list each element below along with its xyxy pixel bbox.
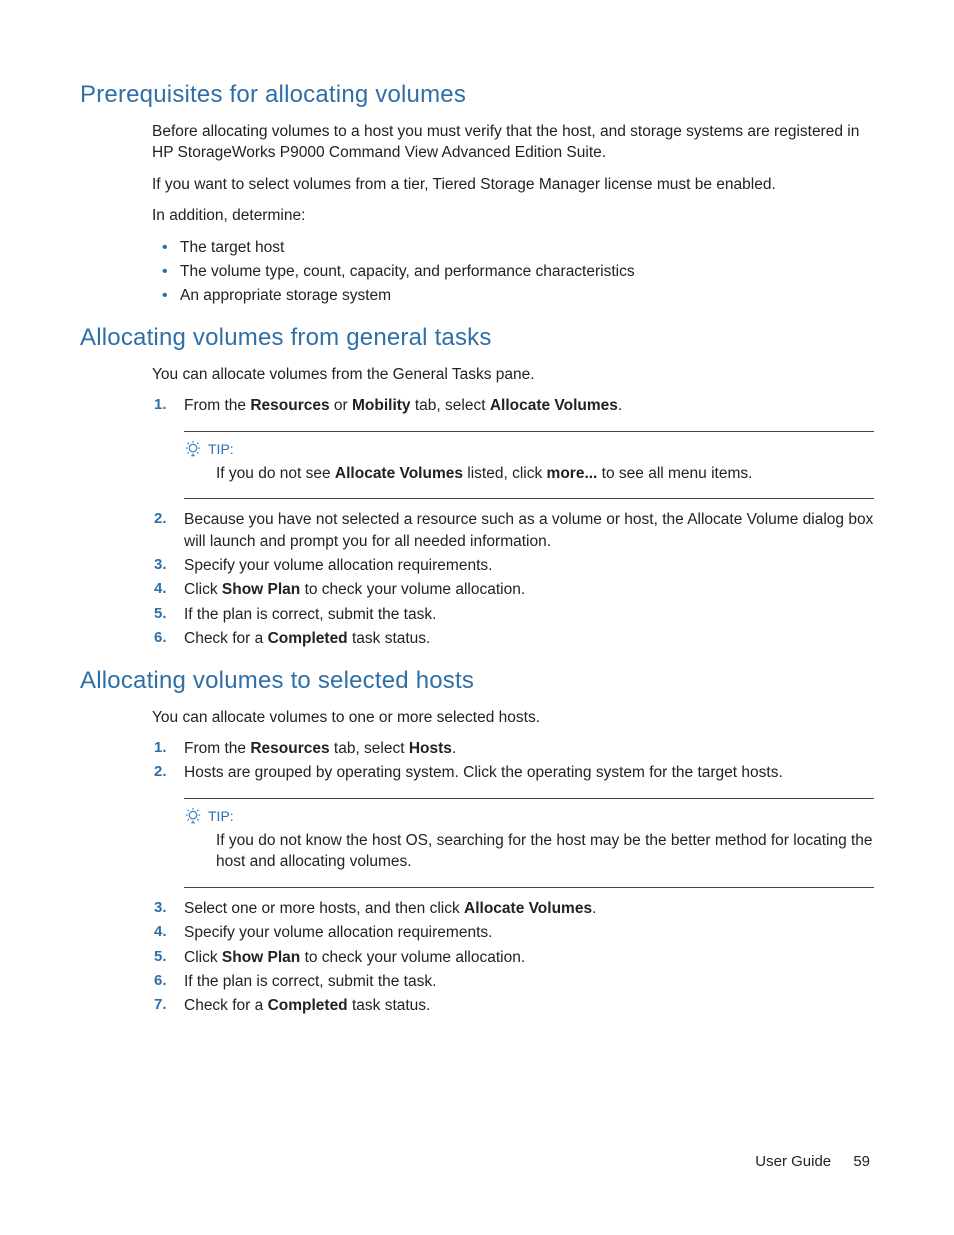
text: Check for a	[184, 997, 268, 1014]
text: .	[618, 397, 622, 414]
ordered-steps: From the Resources or Mobility tab, sele…	[152, 395, 874, 649]
ordered-steps: From the Resources tab, select Hosts. Ho…	[152, 738, 874, 1017]
section-general-tasks-body: You can allocate volumes from the Genera…	[152, 364, 874, 650]
heading-prerequisites: Prerequisites for allocating volumes	[80, 78, 874, 111]
step-item: Select one or more hosts, and then click…	[152, 898, 874, 919]
tip-text: If you do not see Allocate Volumes liste…	[184, 463, 874, 484]
lightbulb-icon	[184, 807, 202, 825]
text: .	[592, 900, 596, 917]
text: to see all menu items.	[597, 465, 752, 482]
tip-header: TIP:	[184, 440, 874, 459]
paragraph: In addition, determine:	[152, 205, 874, 226]
page-number: 59	[853, 1153, 870, 1170]
step-item: Hosts are grouped by operating system. C…	[152, 762, 874, 887]
text-bold: Completed	[268, 997, 348, 1014]
text: listed, click	[463, 465, 547, 482]
text: task status.	[348, 997, 431, 1014]
text: tab, select	[330, 740, 409, 757]
list-item: The volume type, count, capacity, and pe…	[152, 261, 874, 282]
tip-box: TIP: If you do not know the host OS, sea…	[184, 798, 874, 888]
text: From the	[184, 397, 250, 414]
paragraph: You can allocate volumes from the Genera…	[152, 364, 874, 385]
list-item: An appropriate storage system	[152, 285, 874, 306]
tip-label: TIP:	[208, 440, 234, 459]
page-footer: User Guide 59	[755, 1152, 870, 1173]
text: Click	[184, 581, 222, 598]
heading-selected-hosts: Allocating volumes to selected hosts	[80, 664, 874, 697]
section-prerequisites-body: Before allocating volumes to a host you …	[152, 121, 874, 307]
step-item: If the plan is correct, submit the task.	[152, 604, 874, 625]
text-bold: Allocate Volumes	[464, 900, 592, 917]
text: If you do not see	[216, 465, 335, 482]
text-bold: Resources	[250, 740, 329, 757]
text-bold: Allocate Volumes	[335, 465, 463, 482]
tip-box: TIP: If you do not see Allocate Volumes …	[184, 431, 874, 500]
step-item: From the Resources or Mobility tab, sele…	[152, 395, 874, 499]
step-item: Specify your volume allocation requireme…	[152, 555, 874, 576]
text: .	[452, 740, 456, 757]
tip-text: If you do not know the host OS, searchin…	[184, 830, 874, 873]
text-bold: Mobility	[352, 397, 411, 414]
step-item: From the Resources tab, select Hosts.	[152, 738, 874, 759]
text: Select one or more hosts, and then click	[184, 900, 464, 917]
text-bold: Hosts	[409, 740, 452, 757]
step-item: Specify your volume allocation requireme…	[152, 922, 874, 943]
text: task status.	[348, 630, 431, 647]
text-bold: more...	[547, 465, 598, 482]
footer-label: User Guide	[755, 1153, 831, 1170]
step-item: If the plan is correct, submit the task.	[152, 971, 874, 992]
text-bold: Show Plan	[222, 949, 300, 966]
text-bold: Show Plan	[222, 581, 300, 598]
text-bold: Resources	[250, 397, 329, 414]
text-bold: Allocate Volumes	[490, 397, 618, 414]
text: From the	[184, 740, 250, 757]
text: or	[330, 397, 352, 414]
list-item: The target host	[152, 237, 874, 258]
text-bold: Completed	[268, 630, 348, 647]
tip-label: TIP:	[208, 807, 234, 826]
bullet-list: The target host The volume type, count, …	[152, 237, 874, 307]
page: Prerequisites for allocating volumes Bef…	[0, 0, 954, 1235]
paragraph: Before allocating volumes to a host you …	[152, 121, 874, 164]
section-selected-hosts-body: You can allocate volumes to one or more …	[152, 707, 874, 1017]
lightbulb-icon	[184, 440, 202, 458]
paragraph: You can allocate volumes to one or more …	[152, 707, 874, 728]
heading-general-tasks: Allocating volumes from general tasks	[80, 321, 874, 354]
step-item: Click Show Plan to check your volume all…	[152, 579, 874, 600]
paragraph: If you want to select volumes from a tie…	[152, 174, 874, 195]
text: tab, select	[411, 397, 490, 414]
text: to check your volume allocation.	[300, 949, 525, 966]
text: Click	[184, 949, 222, 966]
step-item: Check for a Completed task status.	[152, 995, 874, 1016]
tip-header: TIP:	[184, 807, 874, 826]
text: Hosts are grouped by operating system. C…	[184, 764, 783, 781]
step-item: Click Show Plan to check your volume all…	[152, 947, 874, 968]
text: to check your volume allocation.	[300, 581, 525, 598]
text: Check for a	[184, 630, 268, 647]
step-item: Because you have not selected a resource…	[152, 509, 874, 552]
step-item: Check for a Completed task status.	[152, 628, 874, 649]
